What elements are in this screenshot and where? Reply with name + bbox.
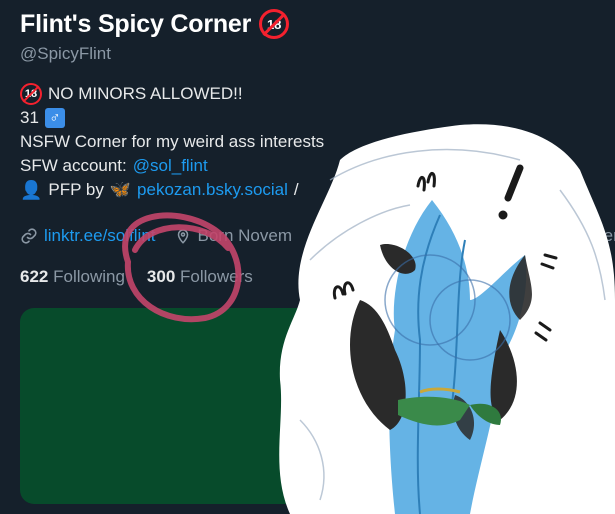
followers-stat[interactable]: 300 Followers	[147, 267, 253, 287]
bio-age: 31	[20, 108, 39, 127]
website-link[interactable]: linktr.ee/solflint	[44, 226, 156, 246]
bio-line-pfp: 👤 PFP by 🦋 pekozan.bsky.social /	[20, 178, 324, 202]
user-handle: @SpicyFlint	[20, 44, 111, 63]
bio-minors-text: NO MINORS ALLOWED!!	[48, 84, 243, 103]
display-name: Flint's Spicy Corner	[20, 9, 252, 38]
bio-line-age: 31 ♂	[20, 106, 324, 130]
person-icon: 👤	[20, 180, 43, 200]
pfp-artist-link[interactable]: pekozan.bsky.social	[137, 178, 288, 202]
bio-pfp-prefix: PFP by	[48, 180, 104, 199]
joined-text-fragment: mber	[580, 226, 615, 245]
followers-count: 300	[146, 267, 176, 286]
profile-birthday: Born Novem	[174, 226, 292, 246]
profile-name-row: Flint's Spicy Corner 18	[20, 9, 290, 39]
bio-sfw-prefix: SFW account:	[20, 156, 127, 175]
born-date: Born Novem	[197, 226, 292, 245]
profile-meta: linktr.ee/solflint Born Novem	[20, 226, 292, 246]
link-icon	[21, 228, 37, 244]
location-pin-icon	[177, 229, 188, 244]
following-stat[interactable]: 622 Following	[20, 267, 125, 287]
no-minors-18-icon: 18	[259, 9, 290, 39]
green-banner-panel	[20, 308, 615, 504]
bio: 18 NO MINORS ALLOWED!! 31 ♂ NSFW Corner …	[20, 82, 324, 202]
profile-website[interactable]: linktr.ee/solflint	[20, 226, 156, 246]
followers-label: Followers	[180, 267, 253, 286]
bio-pfp-suffix: /	[293, 180, 299, 199]
male-sign-icon: ♂	[44, 108, 65, 128]
bio-line-minors: 18 NO MINORS ALLOWED!!	[20, 82, 324, 106]
bio-line-sfw: SFW account: @sol_flint	[20, 154, 324, 178]
following-label: Following	[53, 267, 125, 286]
bio-line-description: NSFW Corner for my weird ass interests	[20, 130, 324, 154]
follow-stats: 622 Following 300 Followers	[20, 267, 253, 287]
sfw-account-link[interactable]: @sol_flint	[133, 154, 208, 178]
butterfly-icon: 🦋	[109, 180, 132, 199]
bio-description: NSFW Corner for my weird ass interests	[20, 132, 325, 151]
no-minors-18-icon: 18	[20, 83, 42, 105]
following-count: 622	[20, 267, 49, 286]
